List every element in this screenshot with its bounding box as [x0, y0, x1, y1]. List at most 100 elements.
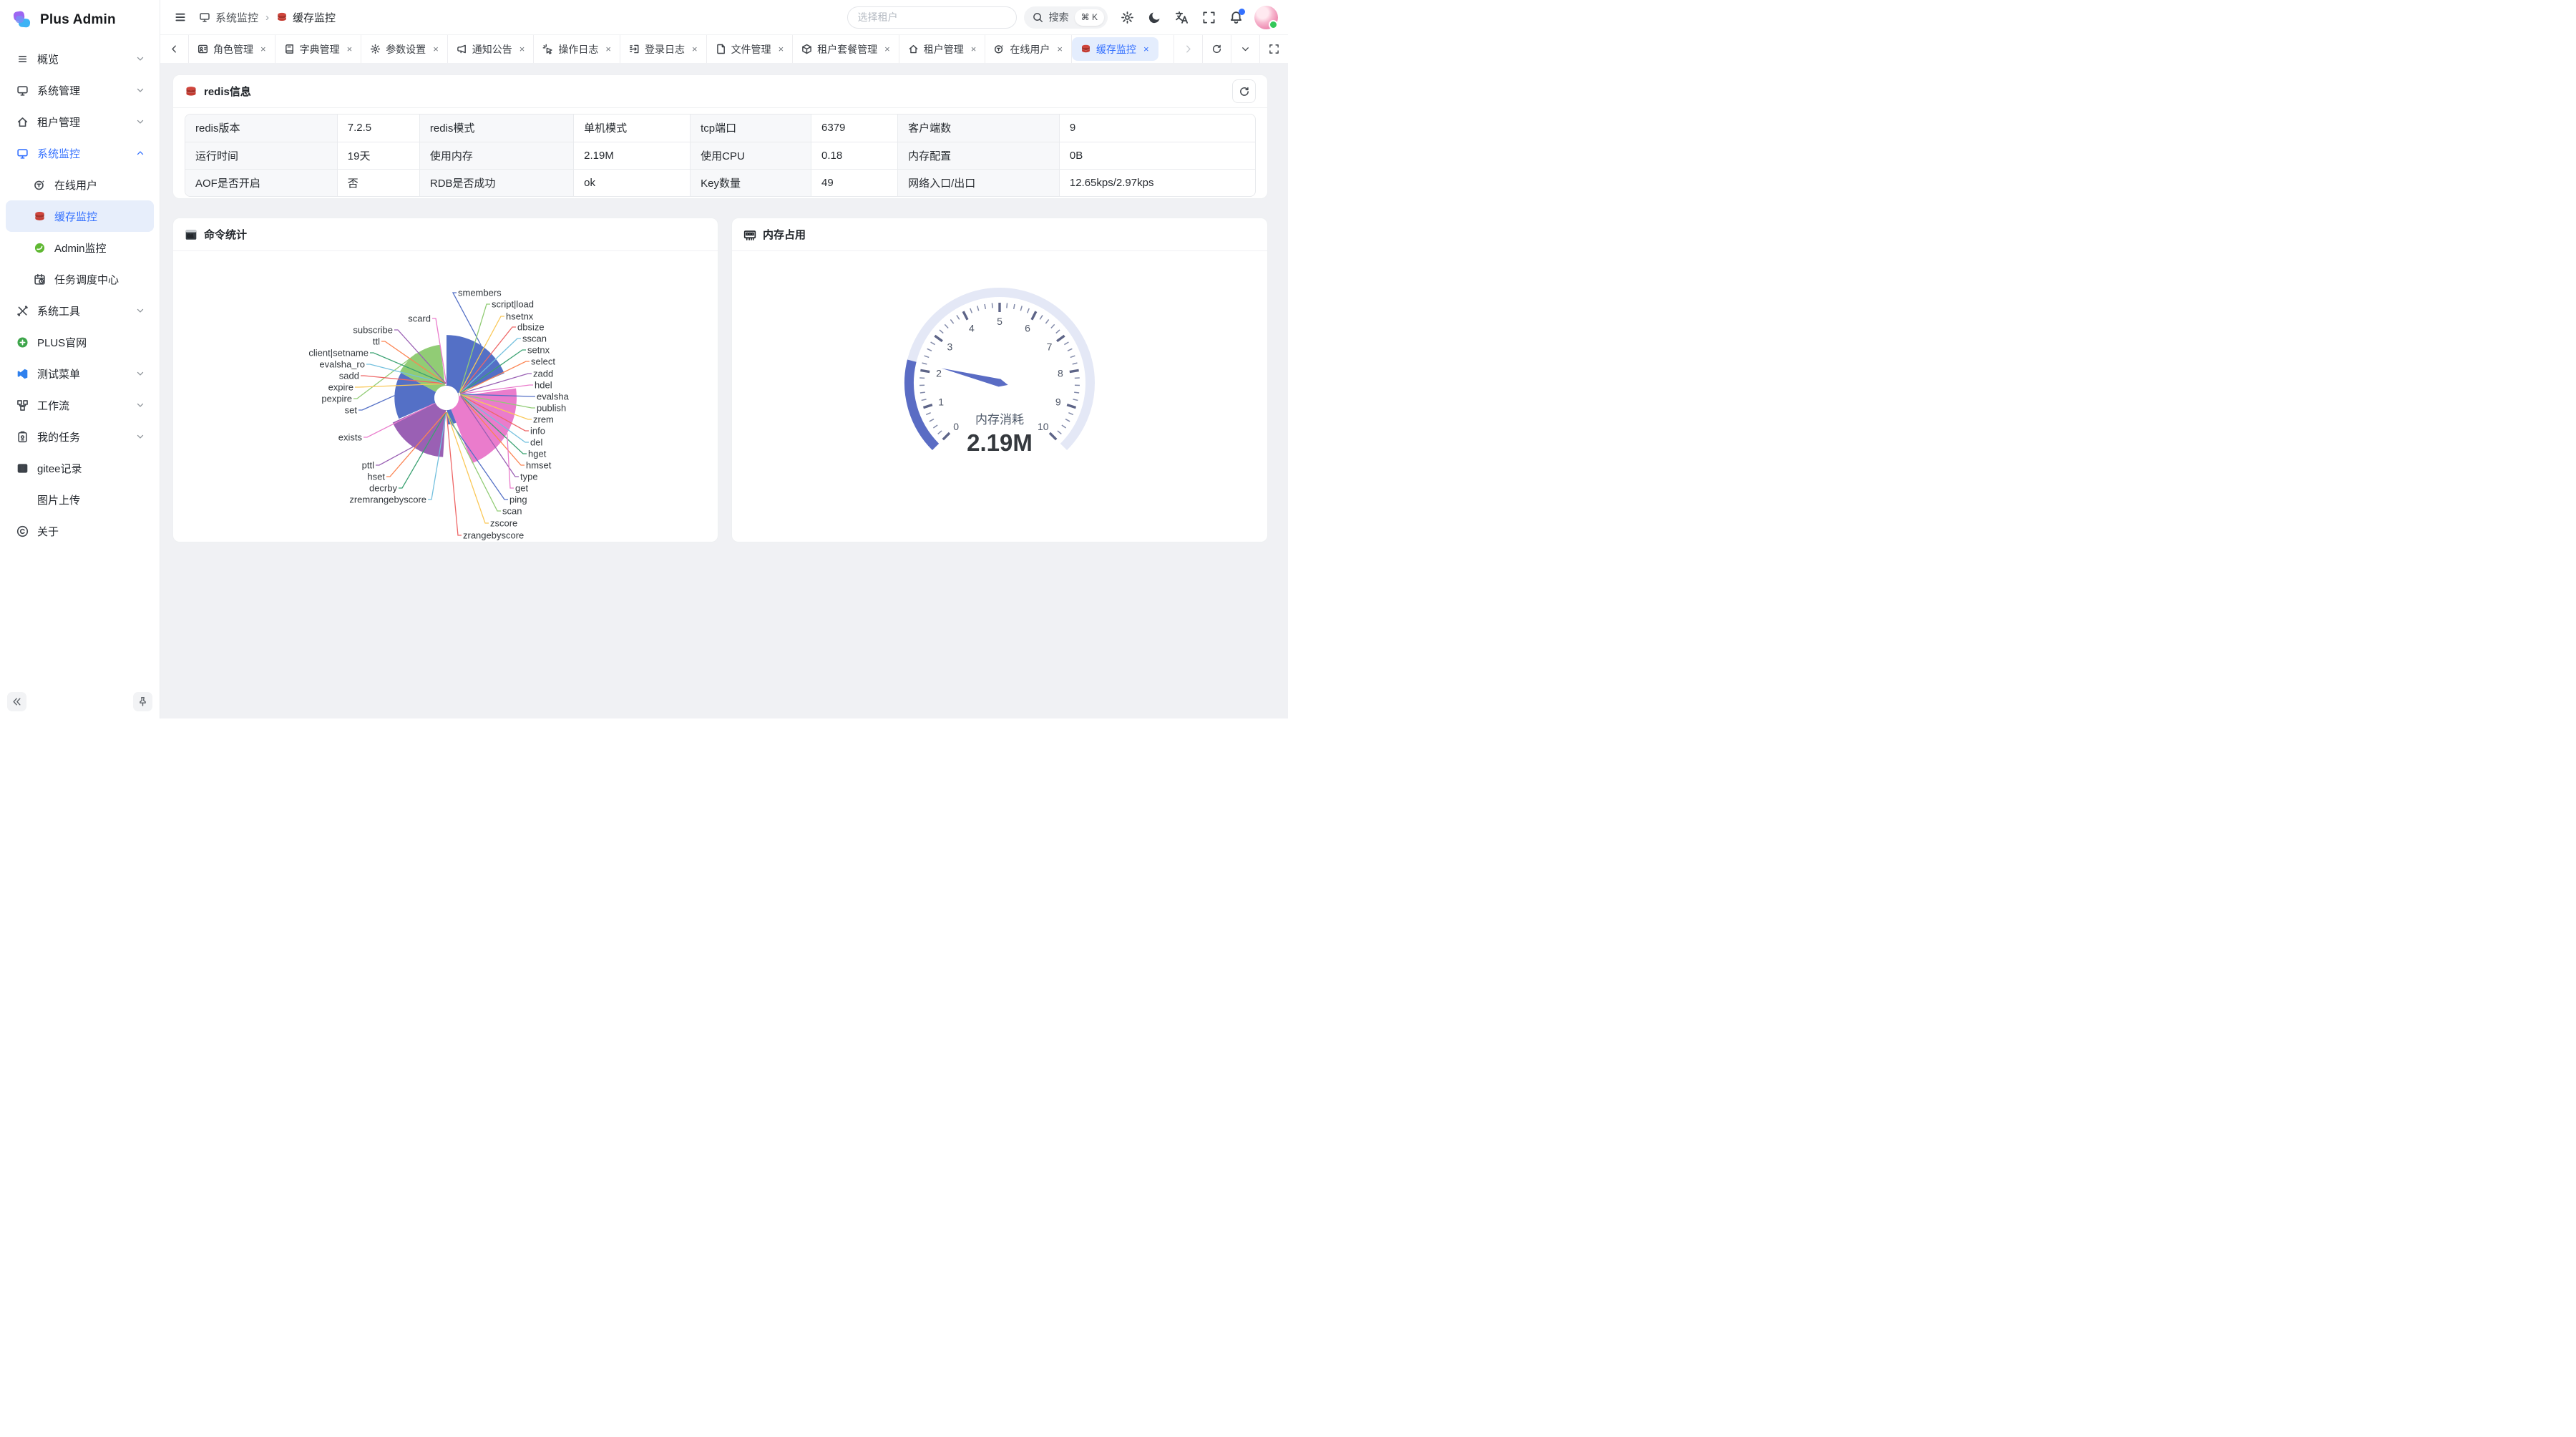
tenant-select-input[interactable]	[847, 6, 1017, 29]
tab-item[interactable]: 文件管理 ×	[707, 35, 794, 63]
spring-icon	[34, 242, 46, 254]
sidebar-item[interactable]: 系统工具	[6, 295, 154, 326]
info-label-cell: 使用内存	[419, 142, 573, 169]
slice-label: exists	[338, 432, 363, 443]
slice-label: pexpire	[321, 394, 352, 404]
sidebar-item-label: Admin监控	[54, 240, 154, 255]
sidebar-pin-button[interactable]	[133, 692, 152, 711]
chevron-right-icon	[1183, 44, 1194, 54]
tab-close-icon[interactable]: ×	[260, 44, 266, 54]
slice-label: pttl	[362, 460, 374, 471]
tab-close-icon[interactable]: ×	[779, 44, 784, 54]
fullscreen-button[interactable]	[1202, 11, 1216, 24]
info-label-cell: redis版本	[185, 115, 337, 142]
sidebar-item[interactable]: 系统监控	[6, 137, 154, 169]
tab-close-icon[interactable]: ×	[433, 44, 439, 54]
sidebar-item[interactable]: 任务调度中心	[6, 263, 154, 295]
tab-maximize-button[interactable]	[1259, 35, 1288, 63]
tab-close-icon[interactable]: ×	[971, 44, 977, 54]
tab-item[interactable]: 在线用户×	[985, 35, 1072, 63]
moon-button[interactable]	[1148, 11, 1161, 24]
slice-label: get	[515, 483, 528, 494]
sidebar-item-label: 关于	[37, 524, 154, 539]
tab-item[interactable]: 租户管理×	[899, 35, 986, 63]
pin-icon	[137, 696, 148, 707]
info-value-cell: 0.18	[811, 142, 898, 169]
tab-close-icon[interactable]: ×	[519, 44, 525, 54]
tab-close-icon[interactable]: ×	[884, 44, 890, 54]
sidebar-item-label: 任务调度中心	[54, 272, 154, 287]
slice-label: smembers	[458, 288, 502, 298]
info-value-cell: 6379	[811, 115, 898, 142]
sidebar-item[interactable]: 租户管理	[6, 106, 154, 137]
sidebar-item[interactable]: 缓存监控	[6, 200, 154, 232]
memory-usage-chart: 012345678910内存消耗2.19M	[732, 251, 1267, 546]
refresh-button[interactable]	[1232, 79, 1256, 103]
tab-label: 通知公告	[472, 42, 512, 57]
slice-label: hsetnx	[506, 311, 534, 322]
tab-item[interactable]: 操作日志×	[534, 35, 620, 63]
sidebar-item[interactable]: PLUS官网	[6, 326, 154, 358]
tab-item[interactable]: 通知公告 ×	[448, 35, 535, 63]
global-search-button[interactable]: 搜索 ⌘ K	[1024, 6, 1108, 29]
sidebar-item[interactable]: 图片上传	[6, 484, 154, 515]
sidebar-item[interactable]: 在线用户	[6, 169, 154, 200]
tab-item[interactable]: 字典管理×	[275, 35, 362, 63]
tab-close-icon[interactable]: ×	[605, 44, 611, 54]
slice-label: decrby	[369, 483, 398, 494]
top-header: 系统监控›缓存监控 搜索 ⌘ K	[160, 0, 1288, 34]
sidebar-item[interactable]: 测试菜单	[6, 358, 154, 389]
copyright-icon	[16, 525, 29, 537]
command-stats-card: C:\ 命令统计 smembersscript|loadhsetnxdbsize…	[172, 218, 718, 542]
redis-info-card-header: redis信息	[173, 75, 1267, 108]
memory-usage-card: 内存占用 012345678910内存消耗2.19M	[731, 218, 1268, 542]
tab-item[interactable]: 缓存监控×	[1072, 37, 1158, 61]
sidebar-menu: 概览系统管理租户管理系统监控在线用户缓存监控 Admin监控任务调度中心系统工具P…	[0, 39, 160, 547]
avatar[interactable]	[1254, 6, 1278, 29]
tab-item[interactable]: 角色管理×	[189, 35, 275, 63]
megaphone-icon	[457, 44, 467, 54]
breadcrumb-item[interactable]: 缓存监控	[276, 10, 336, 25]
sidebar-item[interactable]: 工作流	[6, 389, 154, 421]
slice-label: zrangebyscore	[463, 530, 524, 541]
sidebar-item[interactable]: Admin监控	[6, 232, 154, 263]
sidebar-item[interactable]: ¥gitee记录	[6, 452, 154, 484]
tab-item[interactable]: 登录日志×	[620, 35, 707, 63]
tabs-more-button[interactable]	[1231, 35, 1259, 63]
tabs-scroll-left-button[interactable]	[160, 35, 189, 63]
monitor-icon	[199, 11, 210, 23]
translate-button[interactable]	[1175, 11, 1189, 24]
slice-label: publish	[537, 403, 566, 414]
menu-toggle-icon[interactable]	[173, 10, 187, 24]
tab-item[interactable]: 租户套餐管理×	[793, 35, 899, 63]
double-left-icon	[11, 696, 22, 707]
tab-item[interactable]: 参数设置×	[361, 35, 448, 63]
breadcrumb-item[interactable]: 系统监控	[199, 10, 258, 25]
tab-bar: 角色管理×字典管理×参数设置×通知公告×操作日志×登录日志×文件管理×租户套餐管…	[160, 34, 1288, 63]
gear-button[interactable]	[1121, 11, 1134, 24]
tab-close-icon[interactable]: ×	[347, 44, 353, 54]
gauge-tick-label: 5	[997, 316, 1002, 327]
sidebar-collapse-button[interactable]	[7, 692, 26, 711]
tab-label: 文件管理	[731, 42, 771, 57]
slice-label: hget	[528, 449, 547, 459]
terminal-icon: C:\	[185, 228, 197, 241]
bell-button[interactable]	[1229, 11, 1243, 24]
app-logo[interactable]: Plus Admin	[0, 0, 160, 39]
breadcrumb-label: 系统监控	[215, 10, 258, 25]
book-icon	[284, 44, 295, 54]
sidebar-item[interactable]: 系统管理	[6, 74, 154, 106]
tabs-scroll-right-button[interactable]	[1174, 35, 1202, 63]
tab-close-icon[interactable]: ×	[1143, 44, 1149, 54]
sidebar-item[interactable]: 我的任务	[6, 421, 154, 452]
tab-close-icon[interactable]: ×	[1057, 44, 1063, 54]
tab-close-icon[interactable]: ×	[692, 44, 698, 54]
sidebar-item[interactable]: 关于	[6, 515, 154, 547]
gauge-chart: 012345678910内存消耗2.19M	[732, 251, 1267, 542]
search-icon	[1033, 12, 1043, 23]
tab-refresh-button[interactable]	[1202, 35, 1231, 63]
gauge-tick-label: 4	[969, 322, 975, 333]
slice-label: expire	[328, 382, 353, 393]
slice-label: client|setname	[308, 348, 369, 359]
sidebar-item[interactable]: 概览	[6, 43, 154, 74]
